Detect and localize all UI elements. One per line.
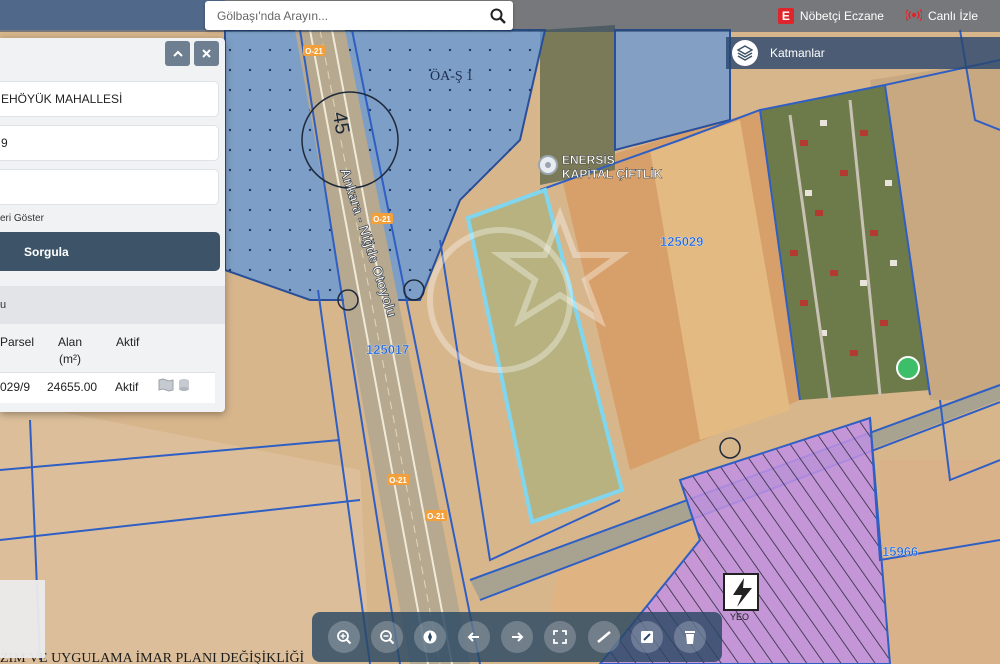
layers-icon: [732, 40, 758, 66]
neighborhood-field[interactable]: EHÖYÜK MAHALLESİ: [0, 81, 219, 117]
block-label-125029: 125029: [660, 234, 703, 249]
live-watch-link[interactable]: Canlı İzle: [905, 8, 978, 24]
pharmacy-icon: E: [777, 8, 794, 24]
results-header-text: u: [0, 299, 7, 311]
road-code-badge-3: O-21: [389, 476, 407, 485]
fullscreen-button[interactable]: [544, 621, 577, 653]
ruler-icon: [596, 631, 611, 643]
expand-icon: [553, 630, 568, 644]
zone-code-label: ÖA-Ş 1: [430, 67, 473, 84]
search-icon[interactable]: [483, 1, 513, 30]
close-panel-button[interactable]: [194, 41, 219, 66]
chevron-up-icon: [172, 50, 183, 57]
broadcast-icon: [905, 8, 923, 24]
locate-button[interactable]: [414, 621, 447, 653]
poi-name-2: KAPİTAL ÇİFTLİK: [562, 166, 663, 181]
search-input[interactable]: [205, 1, 483, 30]
row-actions: [158, 378, 190, 397]
close-icon: [202, 49, 211, 58]
database-icon[interactable]: [178, 378, 190, 397]
forward-button[interactable]: [500, 621, 533, 653]
top-right-links: E Nöbetçi Eczane Canlı İzle: [777, 0, 1000, 32]
cell-alan: 24655.00: [47, 380, 98, 394]
search-box[interactable]: [205, 1, 513, 30]
collapse-panel-button[interactable]: [165, 41, 190, 66]
column-header-alan-unit: (m²): [59, 352, 81, 366]
map-toolbar: [312, 612, 722, 662]
parcel-field[interactable]: [0, 169, 219, 205]
results-header: u: [0, 286, 225, 324]
back-button[interactable]: [457, 621, 490, 653]
road-code-badge-1: O-21: [305, 47, 323, 56]
live-watch-label: Canlı İzle: [927, 9, 978, 23]
zoom-out-button[interactable]: [370, 621, 403, 653]
map-icon[interactable]: [158, 378, 174, 397]
cell-aktif: Aktif: [115, 380, 139, 394]
zoom-out-icon: [380, 630, 395, 645]
zoom-in-button[interactable]: [327, 621, 360, 653]
road-code-badge-2: O-21: [373, 215, 391, 224]
edit-button[interactable]: [630, 621, 663, 653]
parcel-query-panel: EHÖYÜK MAHALLESİ 9 eri Göster Sorgula u …: [0, 38, 225, 412]
trash-icon: [685, 631, 696, 644]
poi-name-1: ENERSİS: [562, 152, 615, 167]
block-label-125017: 125017: [366, 342, 409, 357]
column-header-aktif: Aktif: [116, 335, 140, 349]
on-duty-pharmacy-label: Nöbetçi Eczane: [799, 9, 884, 23]
column-header-parsel: Parsel: [0, 335, 35, 349]
road-number-label: 45: [328, 110, 354, 136]
column-header-alan: Alan (m²): [58, 334, 82, 368]
road-code-badge-4: O-21: [427, 512, 445, 521]
compass-icon: [423, 630, 437, 644]
cell-parsel: 029/9: [0, 380, 31, 394]
on-duty-pharmacy-link[interactable]: E Nöbetçi Eczane: [777, 8, 884, 24]
delete-button[interactable]: [674, 621, 707, 653]
measure-button[interactable]: [587, 621, 620, 653]
layers-label: Katmanlar: [770, 46, 825, 60]
edit-icon: [640, 631, 653, 643]
query-button[interactable]: Sorgula: [0, 232, 220, 271]
legend-box: [0, 580, 45, 658]
layers-button[interactable]: Katmanlar: [726, 37, 1000, 69]
column-header-alan-label: Alan: [58, 335, 83, 349]
zoom-in-icon: [336, 630, 351, 645]
plan-title-text: ZIM VE UYGULAMA İMAR PLANI DEĞİŞİKLİĞİ: [0, 649, 305, 664]
show-results-checkbox-label[interactable]: eri Göster: [0, 213, 44, 224]
block-label-15966: 15966: [882, 544, 918, 559]
block-field[interactable]: 9: [0, 125, 219, 161]
energy-label: YEO: [730, 612, 749, 622]
arrow-left-icon: [467, 632, 479, 642]
arrow-right-icon: [511, 632, 524, 642]
